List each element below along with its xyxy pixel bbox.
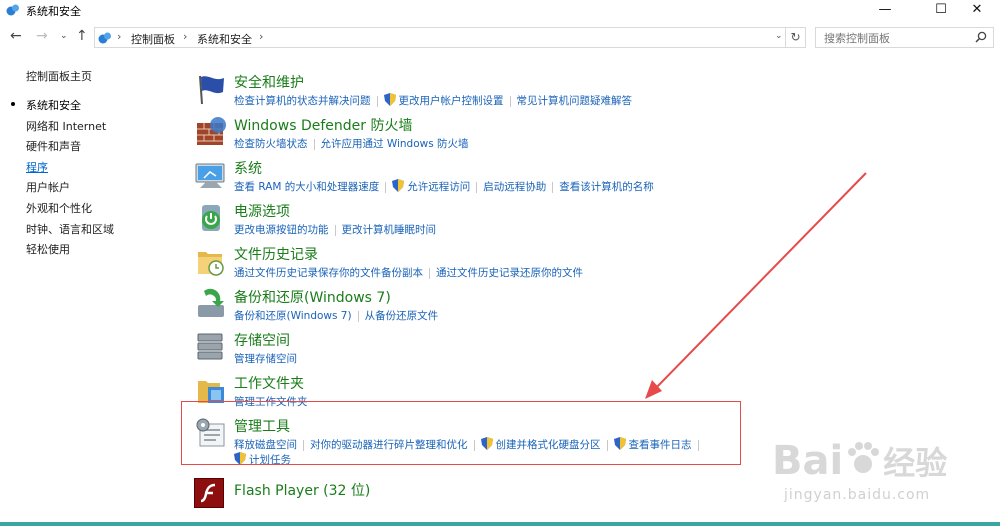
bottom-accent-line (0, 522, 1000, 526)
watermark-url: jingyan.baidu.com (784, 487, 931, 503)
watermark-brand: Bai 经验 (772, 438, 948, 484)
paw-icon (848, 442, 880, 473)
